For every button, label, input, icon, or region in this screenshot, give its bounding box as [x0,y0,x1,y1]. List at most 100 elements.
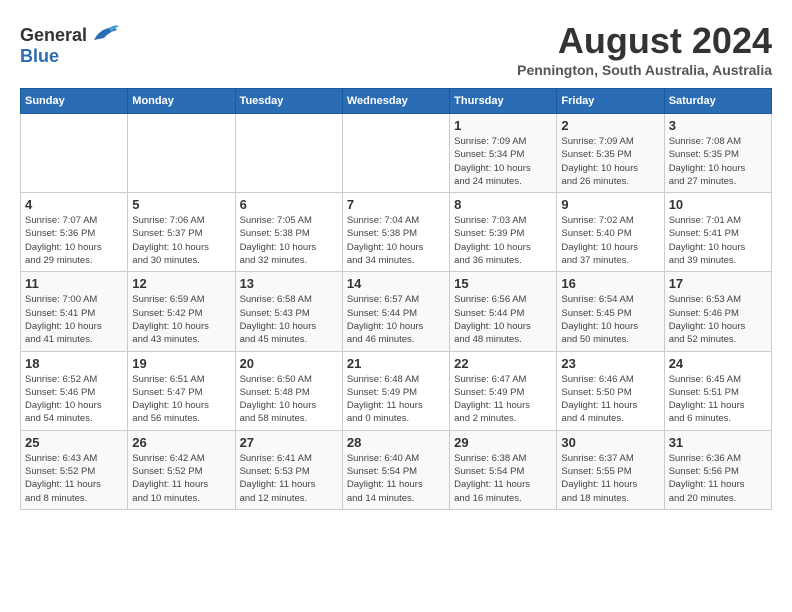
calendar-cell: 21 Sunrise: 6:48 AMSunset: 5:49 PMDayligh… [342,351,449,430]
cell-day-number: 9 [561,197,659,212]
cell-info: Sunrise: 6:46 AMSunset: 5:50 PMDaylight:… [561,373,659,426]
cell-day-number: 22 [454,356,552,371]
cell-day-number: 27 [240,435,338,450]
calendar-cell: 13 Sunrise: 6:58 AMSunset: 5:43 PMDayligh… [235,272,342,351]
cell-info: Sunrise: 6:38 AMSunset: 5:54 PMDaylight:… [454,452,552,505]
cell-info: Sunrise: 6:45 AMSunset: 5:51 PMDaylight:… [669,373,767,426]
logo-bird-icon [89,20,119,50]
cell-day-number: 4 [25,197,123,212]
calendar-cell: 1Sunrise: 7:09 AMSunset: 5:34 PMDaylight… [450,114,557,193]
calendar-cell: 23 Sunrise: 6:46 AMSunset: 5:50 PMDayligh… [557,351,664,430]
page-header: General Blue August 2024 Pennington, Sou… [20,20,772,78]
calendar-header-row: SundayMondayTuesdayWednesdayThursdayFrid… [21,89,772,114]
cell-info: Sunrise: 6:51 AMSunset: 5:47 PMDaylight:… [132,373,230,426]
cell-info: Sunrise: 7:01 AMSunset: 5:41 PMDaylight:… [669,214,767,267]
cell-info: Sunrise: 6:58 AMSunset: 5:43 PMDaylight:… [240,293,338,346]
calendar-cell: 27 Sunrise: 6:41 AMSunset: 5:53 PMDayligh… [235,430,342,509]
calendar-cell: 28 Sunrise: 6:40 AMSunset: 5:54 PMDayligh… [342,430,449,509]
cell-info: Sunrise: 6:36 AMSunset: 5:56 PMDaylight:… [669,452,767,505]
logo-general-text: General [20,25,87,46]
cell-info: Sunrise: 7:03 AMSunset: 5:39 PMDaylight:… [454,214,552,267]
cell-info: Sunrise: 7:08 AMSunset: 5:35 PMDaylight:… [669,135,767,188]
logo: General Blue [20,20,119,67]
calendar-week-row: 11 Sunrise: 7:00 AMSunset: 5:41 PMDayligh… [21,272,772,351]
cell-info: Sunrise: 7:05 AMSunset: 5:38 PMDaylight:… [240,214,338,267]
calendar-cell: 2 Sunrise: 7:09 AMSunset: 5:35 PMDaylight… [557,114,664,193]
cell-day-number: 15 [454,276,552,291]
cell-info: Sunrise: 6:48 AMSunset: 5:49 PMDaylight:… [347,373,445,426]
calendar-cell: 24Sunrise: 6:45 AMSunset: 5:51 PMDayligh… [664,351,771,430]
calendar-cell: 11 Sunrise: 7:00 AMSunset: 5:41 PMDayligh… [21,272,128,351]
cell-day-number: 29 [454,435,552,450]
calendar-cell: 18Sunrise: 6:52 AMSunset: 5:46 PMDayligh… [21,351,128,430]
cell-info: Sunrise: 6:57 AMSunset: 5:44 PMDaylight:… [347,293,445,346]
calendar-cell: 10 Sunrise: 7:01 AMSunset: 5:41 PMDayligh… [664,193,771,272]
calendar-cell: 7 Sunrise: 7:04 AMSunset: 5:38 PMDaylight… [342,193,449,272]
calendar-week-row: 25Sunrise: 6:43 AMSunset: 5:52 PMDayligh… [21,430,772,509]
cell-info: Sunrise: 6:53 AMSunset: 5:46 PMDaylight:… [669,293,767,346]
calendar-cell: 4Sunrise: 7:07 AMSunset: 5:36 PMDaylight… [21,193,128,272]
calendar-cell [128,114,235,193]
cell-info: Sunrise: 6:37 AMSunset: 5:55 PMDaylight:… [561,452,659,505]
calendar-week-row: 4Sunrise: 7:07 AMSunset: 5:36 PMDaylight… [21,193,772,272]
calendar-cell: 31Sunrise: 6:36 AMSunset: 5:56 PMDayligh… [664,430,771,509]
cell-day-number: 14 [347,276,445,291]
day-header-saturday: Saturday [664,89,771,114]
calendar-cell: 14 Sunrise: 6:57 AMSunset: 5:44 PMDayligh… [342,272,449,351]
cell-info: Sunrise: 6:40 AMSunset: 5:54 PMDaylight:… [347,452,445,505]
day-header-wednesday: Wednesday [342,89,449,114]
cell-day-number: 28 [347,435,445,450]
day-header-friday: Friday [557,89,664,114]
cell-info: Sunrise: 6:56 AMSunset: 5:44 PMDaylight:… [454,293,552,346]
calendar-cell: 29 Sunrise: 6:38 AMSunset: 5:54 PMDayligh… [450,430,557,509]
cell-info: Sunrise: 6:41 AMSunset: 5:53 PMDaylight:… [240,452,338,505]
cell-day-number: 23 [561,356,659,371]
calendar-cell [235,114,342,193]
cell-info: Sunrise: 7:09 AMSunset: 5:34 PMDaylight:… [454,135,552,188]
cell-day-number: 5 [132,197,230,212]
cell-info: Sunrise: 6:47 AMSunset: 5:49 PMDaylight:… [454,373,552,426]
cell-info: Sunrise: 7:09 AMSunset: 5:35 PMDaylight:… [561,135,659,188]
cell-day-number: 11 [25,276,123,291]
cell-info: Sunrise: 6:42 AMSunset: 5:52 PMDaylight:… [132,452,230,505]
calendar-cell: 16 Sunrise: 6:54 AMSunset: 5:45 PMDayligh… [557,272,664,351]
cell-day-number: 30 [561,435,659,450]
cell-info: Sunrise: 6:43 AMSunset: 5:52 PMDaylight:… [25,452,123,505]
cell-day-number: 19 [132,356,230,371]
calendar-cell: 15 Sunrise: 6:56 AMSunset: 5:44 PMDayligh… [450,272,557,351]
cell-day-number: 7 [347,197,445,212]
cell-day-number: 17 [669,276,767,291]
calendar-cell [21,114,128,193]
calendar-cell: 5Sunrise: 7:06 AMSunset: 5:37 PMDaylight… [128,193,235,272]
calendar-cell: 12Sunrise: 6:59 AMSunset: 5:42 PMDayligh… [128,272,235,351]
calendar-cell: 26Sunrise: 6:42 AMSunset: 5:52 PMDayligh… [128,430,235,509]
calendar-cell: 19 Sunrise: 6:51 AMSunset: 5:47 PMDayligh… [128,351,235,430]
day-header-tuesday: Tuesday [235,89,342,114]
calendar-cell: 20 Sunrise: 6:50 AMSunset: 5:48 PMDayligh… [235,351,342,430]
calendar-cell: 22 Sunrise: 6:47 AMSunset: 5:49 PMDayligh… [450,351,557,430]
cell-day-number: 2 [561,118,659,133]
calendar-cell: 30 Sunrise: 6:37 AMSunset: 5:55 PMDayligh… [557,430,664,509]
calendar-cell: 8 Sunrise: 7:03 AMSunset: 5:39 PMDaylight… [450,193,557,272]
cell-day-number: 21 [347,356,445,371]
cell-day-number: 8 [454,197,552,212]
cell-day-number: 6 [240,197,338,212]
day-header-thursday: Thursday [450,89,557,114]
calendar-table: SundayMondayTuesdayWednesdayThursdayFrid… [20,88,772,510]
calendar-cell: 6 Sunrise: 7:05 AMSunset: 5:38 PMDaylight… [235,193,342,272]
cell-info: Sunrise: 7:00 AMSunset: 5:41 PMDaylight:… [25,293,123,346]
day-header-sunday: Sunday [21,89,128,114]
cell-day-number: 20 [240,356,338,371]
calendar-cell [342,114,449,193]
cell-day-number: 13 [240,276,338,291]
location-title: Pennington, South Australia, Australia [517,62,772,78]
calendar-cell: 25Sunrise: 6:43 AMSunset: 5:52 PMDayligh… [21,430,128,509]
cell-day-number: 10 [669,197,767,212]
cell-day-number: 16 [561,276,659,291]
cell-day-number: 12 [132,276,230,291]
logo-blue-text: Blue [20,46,59,67]
title-block: August 2024 Pennington, South Australia,… [517,20,772,78]
cell-info: Sunrise: 6:54 AMSunset: 5:45 PMDaylight:… [561,293,659,346]
cell-info: Sunrise: 6:50 AMSunset: 5:48 PMDaylight:… [240,373,338,426]
cell-info: Sunrise: 7:04 AMSunset: 5:38 PMDaylight:… [347,214,445,267]
